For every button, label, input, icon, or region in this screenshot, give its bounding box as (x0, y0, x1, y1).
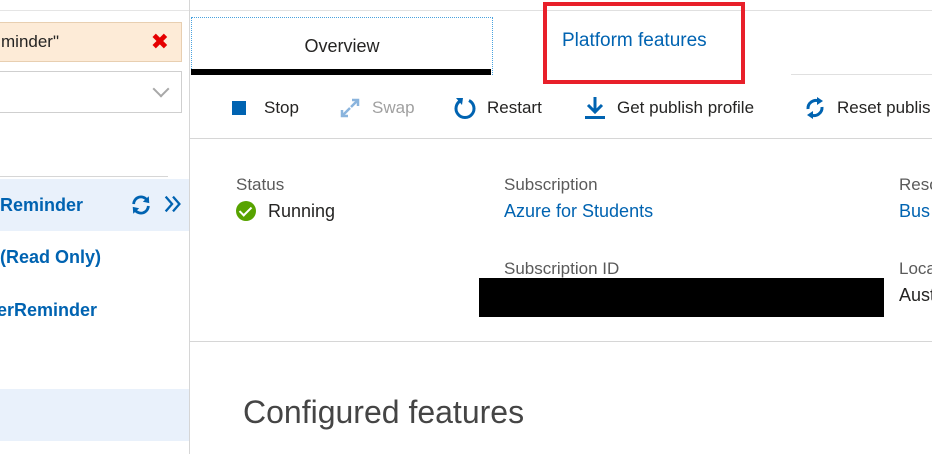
chevron-down-icon (152, 80, 170, 98)
location-label: Loca (899, 259, 932, 278)
swap-icon (340, 98, 360, 118)
swap-button[interactable]: Swap (338, 92, 415, 124)
subscription-id-label: Subscription ID (504, 259, 620, 278)
redacted-subscription-id (479, 278, 884, 317)
stop-button[interactable]: Stop (230, 92, 299, 124)
resource-group-link[interactable]: Bus (899, 201, 930, 222)
filter-input[interactable]: minder" ✖ (0, 22, 182, 62)
restart-button-label: Restart (487, 98, 542, 117)
subscription-dropdown[interactable] (0, 71, 182, 113)
nav-item-function-app[interactable]: Reminder (0, 179, 189, 231)
reset-publish-profile-button[interactable]: Reset publis (803, 92, 931, 124)
divider (0, 176, 168, 177)
reset-icon (806, 97, 824, 119)
active-tab-indicator (191, 69, 491, 75)
nav-item-label: Reminder (0, 194, 84, 215)
reset-publish-profile-label: Reset publis (837, 98, 931, 117)
resource-group-label: Reso (899, 175, 932, 194)
divider (190, 341, 932, 342)
restart-icon (454, 98, 476, 120)
nav-item-label: (Read Only) (0, 246, 102, 267)
divider (0, 10, 189, 11)
filter-input-value: minder" (1, 32, 59, 51)
divider (190, 138, 932, 139)
subscription-link[interactable]: Azure for Students (504, 201, 653, 222)
nav-item-function[interactable]: herReminder (0, 284, 189, 336)
get-publish-profile-button[interactable]: Get publish profile (583, 92, 754, 124)
get-publish-profile-label: Get publish profile (617, 98, 755, 117)
tab-overview-label: Overview (304, 35, 380, 56)
nav-item-slots[interactable] (0, 389, 189, 441)
stop-icon (232, 101, 246, 115)
status-label: Status (236, 175, 285, 194)
subscription-label: Subscription (504, 175, 598, 194)
status-running-icon (236, 201, 256, 221)
tab-overview[interactable]: Overview (191, 17, 493, 75)
divider (791, 74, 932, 75)
status-value: Running (268, 201, 336, 221)
refresh-icon[interactable] (130, 194, 152, 216)
location-value: Aust (899, 285, 932, 305)
resource-list-panel: minder" ✖ Reminder (Read Only) herRemind… (0, 0, 190, 454)
nav-item-label: herReminder (0, 299, 98, 320)
highlight-annotation (543, 2, 745, 84)
swap-button-label: Swap (372, 98, 415, 117)
clear-filter-icon[interactable]: ✖ (151, 30, 169, 54)
restart-button[interactable]: Restart (453, 92, 542, 124)
download-icon (585, 97, 605, 119)
nav-item-proxies[interactable]: e (0, 336, 189, 388)
stop-button-label: Stop (264, 98, 299, 117)
configured-features-heading: Configured features (243, 394, 525, 430)
nav-item-functions-read-only[interactable]: (Read Only) (0, 231, 189, 283)
expand-icon[interactable] (162, 193, 184, 215)
